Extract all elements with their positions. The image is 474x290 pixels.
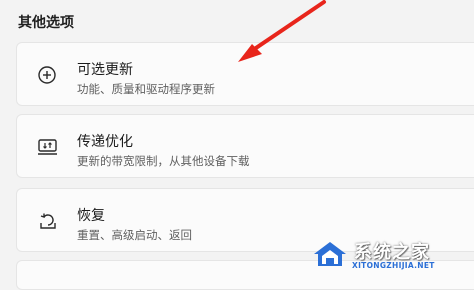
plus-circle-icon bbox=[37, 65, 59, 85]
recovery-subtitle: 重置、高级启动、返回 bbox=[77, 228, 192, 242]
delivery-optimization-subtitle: 更新的带宽限制，从其他设备下载 bbox=[77, 154, 250, 168]
optional-updates-subtitle: 功能、质量和驱动程序更新 bbox=[77, 82, 215, 96]
section-title: 其他选项 bbox=[18, 15, 74, 31]
watermark: 系统之家 XITONGZHIJIA.NET bbox=[308, 236, 466, 272]
recovery-title: 恢复 bbox=[77, 208, 105, 224]
delivery-optimization-title: 传递优化 bbox=[77, 134, 133, 150]
optional-updates-title: 可选更新 bbox=[77, 62, 133, 78]
house-logo-icon bbox=[314, 242, 346, 266]
delivery-optimization-card[interactable]: 传递优化 更新的带宽限制，从其他设备下载 bbox=[16, 114, 474, 178]
recovery-icon bbox=[37, 211, 59, 231]
delivery-optimization-icon bbox=[37, 137, 59, 157]
optional-updates-card[interactable]: 可选更新 功能、质量和驱动程序更新 bbox=[16, 42, 474, 106]
watermark-url: XITONGZHIJIA.NET bbox=[352, 261, 435, 270]
